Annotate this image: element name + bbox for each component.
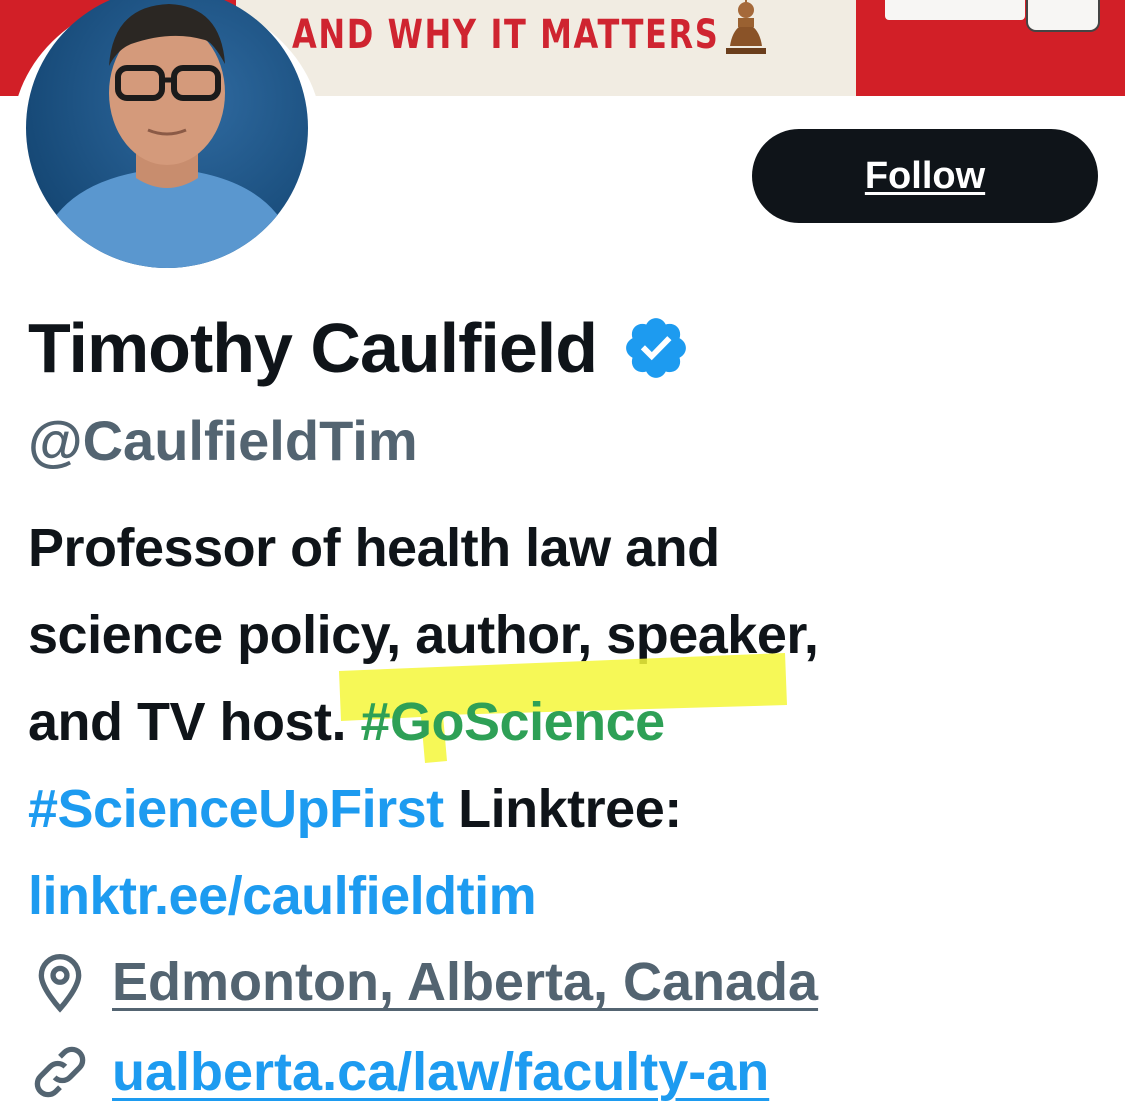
highlighted-hashtag: #GoScience xyxy=(338,653,787,766)
website-row: ualberta.ca/law/faculty-an xyxy=(28,1040,769,1104)
bio-line: Professor of health law and xyxy=(28,518,720,578)
website-link[interactable]: ualberta.ca/law/faculty-an xyxy=(112,1041,769,1103)
display-name: Timothy Caulfield xyxy=(28,309,598,387)
linktree-link[interactable]: linktr.ee/caulfieldtim xyxy=(28,866,537,926)
user-handle: @CaulfieldTim xyxy=(28,409,418,472)
location-text[interactable]: Edmonton, Alberta, Canada xyxy=(112,951,818,1013)
bio-line: linktr.ee/caulfieldtim xyxy=(28,853,1028,940)
banner-headline: AND WHY IT MATTERS xyxy=(292,12,720,58)
location-row: Edmonton, Alberta, Canada xyxy=(28,950,818,1014)
verified-badge-icon[interactable] xyxy=(621,313,691,383)
bio-text: and TV host. xyxy=(28,692,361,752)
avatar-photo xyxy=(36,4,298,268)
link-icon xyxy=(34,1046,86,1098)
linktree-label: Linktree: xyxy=(443,779,682,839)
location-pin-icon xyxy=(38,954,82,1013)
phone-graphic xyxy=(1026,0,1100,32)
bio-line: #ScienceUpFirst Linktree: xyxy=(28,766,1028,853)
follow-button[interactable]: Follow xyxy=(752,129,1098,223)
chess-piece-icon xyxy=(726,0,766,54)
hashtag-scienceupfirst[interactable]: #ScienceUpFirst xyxy=(28,779,444,839)
avatar[interactable] xyxy=(26,0,308,268)
banner-card xyxy=(885,0,1025,20)
name-row: Timothy Caulfield xyxy=(28,306,691,390)
hashtag-goscience[interactable]: #GoScience xyxy=(361,692,666,752)
bio-line: and TV host. #GoScience xyxy=(28,653,1028,766)
bio: Professor of health law and science poli… xyxy=(28,505,1028,940)
bio-line: science policy, author, speaker, xyxy=(28,605,819,665)
